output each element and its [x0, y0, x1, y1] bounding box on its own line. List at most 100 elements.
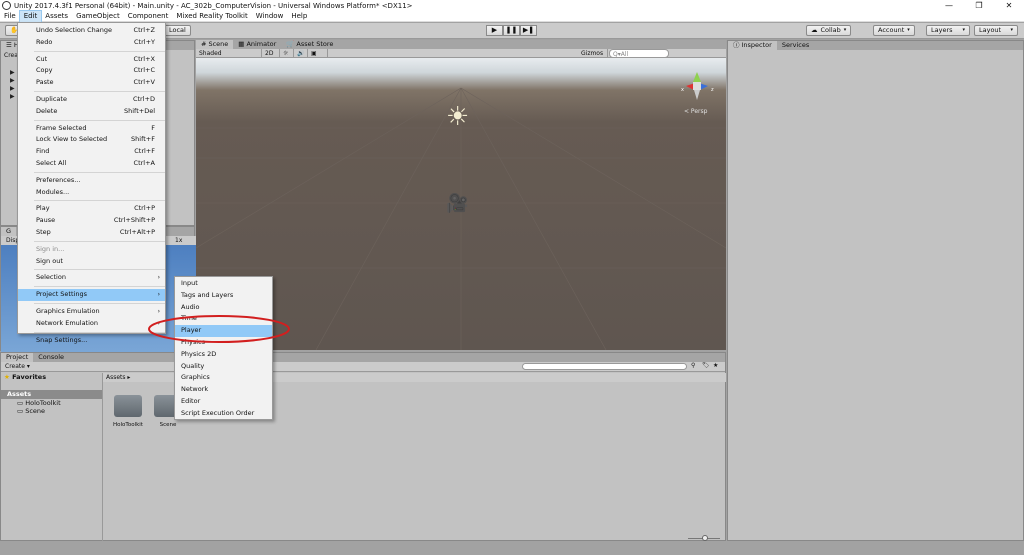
layout-dropdown[interactable]: Layout ▾: [974, 25, 1018, 36]
menu-item-selection[interactable]: Selection ›: [18, 272, 165, 284]
submenu-item-audio[interactable]: Audio: [175, 302, 272, 314]
menu-item-duplicate[interactable]: Duplicate Ctrl+D: [18, 94, 165, 106]
menu-item-frame-selected[interactable]: Frame Selected F: [18, 123, 165, 135]
menu-item-paste[interactable]: Paste Ctrl+V: [18, 77, 165, 89]
menu-mixed-reality-toolkit[interactable]: Mixed Reality Toolkit: [172, 11, 251, 22]
orientation-gizmo[interactable]: x z: [678, 66, 716, 102]
shading-mode-dropdown[interactable]: Shaded: [196, 49, 262, 58]
close-button[interactable]: ✕: [994, 0, 1024, 11]
submenu-item-editor[interactable]: Editor: [175, 396, 272, 408]
pause-button[interactable]: ❚❚: [503, 25, 520, 36]
layers-dropdown[interactable]: Layers ▾: [926, 25, 970, 36]
account-dropdown[interactable]: Account ▾: [873, 25, 915, 36]
menu-separator: [34, 171, 165, 173]
menu-item-delete[interactable]: Delete Shift+Del: [18, 106, 165, 118]
menu-item-project-settings[interactable]: Project Settings ›: [18, 289, 165, 301]
tab-console[interactable]: Console: [33, 353, 69, 362]
tree-expand-arrow[interactable]: ▶: [10, 85, 15, 92]
minimize-button[interactable]: —: [934, 0, 964, 11]
menu-item-step[interactable]: Step Ctrl+Alt+P: [18, 227, 165, 239]
sun-icon[interactable]: ☀: [446, 104, 469, 130]
step-button[interactable]: ▶❚: [520, 25, 537, 36]
folder-icon: ▭: [17, 399, 24, 407]
menu-gameobject[interactable]: GameObject: [72, 11, 124, 22]
menu-item-find[interactable]: Find Ctrl+F: [18, 146, 165, 158]
tab-game[interactable]: G: [1, 227, 17, 236]
menu-item-sign-in[interactable]: Sign in...: [18, 244, 165, 256]
menu-item-select-all[interactable]: Select All Ctrl+A: [18, 158, 165, 170]
submenu-item-network[interactable]: Network: [175, 384, 272, 396]
pivot-local-toggle[interactable]: Local: [164, 25, 191, 36]
favorites-item[interactable]: ★ Favorites: [4, 373, 46, 382]
project-create-button[interactable]: Create ▾: [5, 363, 30, 370]
submenu-item-input[interactable]: Input: [175, 278, 272, 290]
asset-holotoolkit[interactable]: HoloToolkit: [108, 422, 148, 428]
menu-item-graphics-emulation[interactable]: Graphics Emulation ›: [18, 306, 165, 318]
menu-item-redo[interactable]: Redo Ctrl+Y: [18, 37, 165, 49]
menu-component[interactable]: Component: [124, 11, 173, 22]
menu-file[interactable]: File: [0, 11, 20, 22]
audio-toggle-icon[interactable]: 🔊: [294, 49, 308, 58]
tree-item-label: HoloToolkit: [25, 399, 61, 407]
icon-size-slider[interactable]: [688, 535, 720, 541]
menu-edit[interactable]: Edit: [18, 9, 43, 23]
tab-asset-store[interactable]: 🛒 Asset Store: [281, 40, 338, 49]
tree-expand-arrow[interactable]: ▶: [10, 93, 15, 100]
maximize-button[interactable]: ❐: [964, 0, 994, 11]
menu-item-shortcut: F: [151, 123, 155, 132]
menu-item-cut[interactable]: Cut Ctrl+X: [18, 54, 165, 66]
chevron-down-icon: ▾: [843, 27, 847, 33]
lighting-toggle-icon[interactable]: ☼: [280, 49, 294, 58]
projection-label[interactable]: < Persp: [684, 108, 707, 115]
gizmos-dropdown[interactable]: Gizmos: [578, 49, 608, 58]
menu-item-shortcut: Ctrl+Alt+P: [119, 227, 155, 236]
submenu-item-quality[interactable]: Quality: [175, 361, 272, 373]
tree-item-scene[interactable]: ▭ Scene: [17, 407, 45, 416]
2d-toggle[interactable]: 2D: [262, 49, 280, 58]
scene-search-input[interactable]: Q▾All: [609, 49, 669, 58]
layout-label: Layout: [979, 26, 1002, 34]
menu-item-network-emulation[interactable]: Network Emulation ›: [18, 318, 165, 330]
tab-services[interactable]: Services: [777, 41, 814, 50]
menu-item-undo-selection-change[interactable]: Undo Selection Change Ctrl+Z: [18, 25, 165, 37]
menu-item-lock-view-to-selected[interactable]: Lock View to Selected Shift+F: [18, 134, 165, 146]
menu-window[interactable]: Window: [252, 11, 288, 22]
collab-button[interactable]: ☁ Collab ▾: [806, 25, 852, 36]
tab-inspector[interactable]: ⓘ Inspector: [728, 41, 777, 50]
menu-assets[interactable]: Assets: [41, 11, 72, 22]
camera-icon[interactable]: 🎥: [446, 194, 468, 214]
effects-toggle-icon[interactable]: ▣: [308, 49, 328, 58]
inspector-panel: ⓘ Inspector Services: [727, 40, 1024, 541]
submenu-item-tags-and-layers[interactable]: Tags and Layers: [175, 290, 272, 302]
menu-item-sign-out[interactable]: Sign out: [18, 256, 165, 268]
label-icon[interactable]: 🏷: [702, 362, 710, 369]
scene-viewport[interactable]: ☀ 🎥 x z < Persp: [196, 58, 726, 350]
tab-scene[interactable]: # Scene: [196, 40, 234, 49]
tab-animator[interactable]: ▦ Animator: [233, 40, 281, 49]
project-search-input[interactable]: [522, 363, 687, 370]
hierarchy-create-button[interactable]: Crea: [4, 52, 18, 59]
play-button[interactable]: ▶: [486, 25, 503, 36]
assets-root-item[interactable]: Assets: [1, 390, 102, 399]
menu-item-modules[interactable]: Modules...: [18, 187, 165, 199]
menu-separator: [34, 119, 165, 121]
menu-item-label: Cut: [36, 54, 48, 63]
folder-icon[interactable]: [114, 395, 142, 417]
tree-expand-arrow[interactable]: ▶: [10, 77, 15, 84]
submenu-item-graphics[interactable]: Graphics: [175, 372, 272, 384]
chevron-right-icon: ›: [157, 274, 160, 282]
menu-help[interactable]: Help: [287, 11, 311, 22]
menu-item-snap-settings[interactable]: Snap Settings...: [18, 335, 165, 347]
tree-expand-arrow[interactable]: ▶: [10, 69, 15, 76]
menu-item-copy[interactable]: Copy Ctrl+C: [18, 65, 165, 77]
menu-item-preferences[interactable]: Preferences...: [18, 175, 165, 187]
submenu-item-script-execution-order[interactable]: Script Execution Order: [175, 408, 272, 420]
menu-item-pause[interactable]: Pause Ctrl+Shift+P: [18, 215, 165, 227]
submenu-item-physics-2d[interactable]: Physics 2D: [175, 349, 272, 361]
star-icon[interactable]: ★: [713, 362, 718, 369]
menu-separator: [34, 286, 165, 288]
asset-scene[interactable]: Scene: [148, 422, 188, 428]
menu-item-play[interactable]: Play Ctrl+P: [18, 203, 165, 215]
tab-project[interactable]: Project: [1, 353, 34, 362]
search-by-type-icon[interactable]: ⚲: [691, 362, 695, 369]
